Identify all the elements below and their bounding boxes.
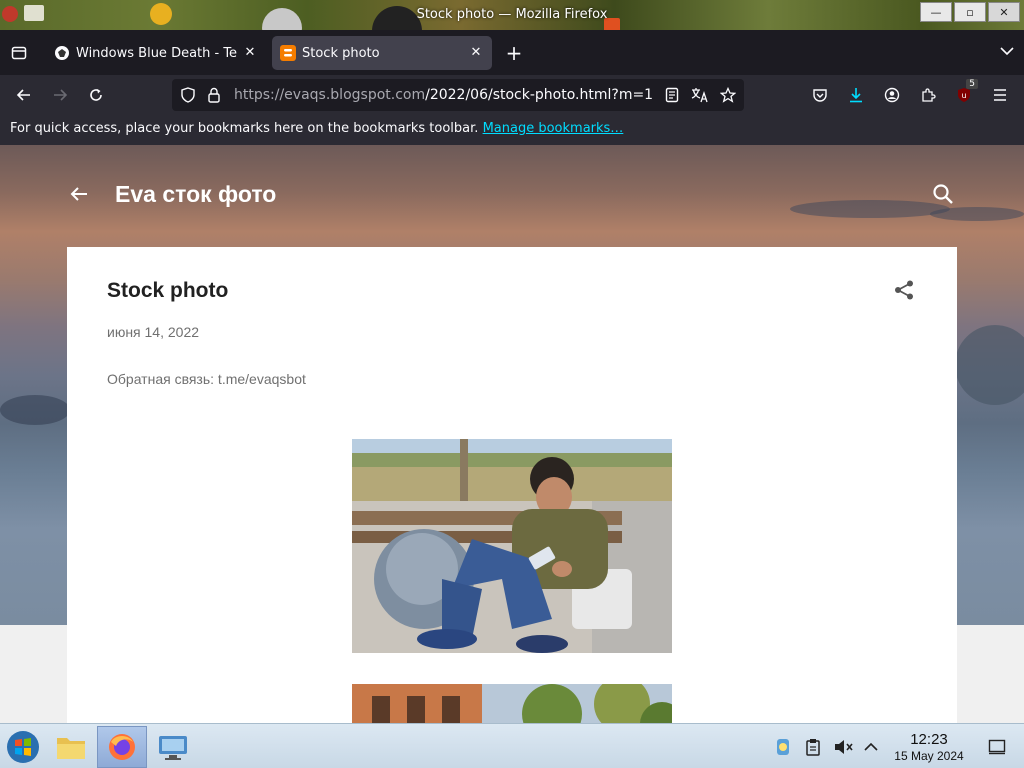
svg-text:u: u [961, 91, 966, 100]
show-desktop-icon[interactable] [986, 736, 1008, 758]
pocket-icon[interactable] [808, 83, 832, 107]
window-titlebar: Stock photo — Mozilla Firefox — ▫ ✕ [0, 0, 1024, 56]
remote-desktop-icon[interactable] [150, 726, 196, 768]
clipboard-icon[interactable] [802, 736, 824, 758]
bookmarks-hint-text: For quick access, place your bookmarks h… [10, 121, 479, 136]
post-date[interactable]: июня 14, 2022 [107, 324, 199, 340]
post-body-text: Обратная связь: t.me/evaqsbot [107, 371, 306, 387]
address-bar[interactable]: https://evaqs.blogspot.com/2022/06/stock… [172, 79, 744, 111]
cloud-shape [0, 395, 70, 425]
tab-favicon-icon [54, 45, 70, 61]
network-status-icon[interactable] [772, 736, 794, 758]
forward-icon[interactable] [48, 83, 72, 107]
new-tab-button[interactable]: + [502, 42, 526, 66]
extensions-icon[interactable] [916, 83, 940, 107]
tab-windows-blue-death[interactable]: Windows Blue Death - Te ✕ [46, 36, 266, 70]
list-all-tabs-icon[interactable] [1000, 44, 1014, 60]
tab-strip: Windows Blue Death - Te ✕ Stock photo ✕ … [0, 30, 1024, 75]
window-controls: — ▫ ✕ [920, 2, 1020, 22]
bookmarks-toolbar: For quick access, place your bookmarks h… [0, 115, 1024, 145]
ublock-origin-icon[interactable]: u 5 [952, 79, 978, 107]
file-manager-icon[interactable] [48, 726, 94, 768]
post-title: Stock photo [107, 279, 229, 302]
maximize-button[interactable]: ▫ [954, 2, 986, 22]
tab-close-icon[interactable]: ✕ [242, 45, 258, 61]
close-button[interactable]: ✕ [988, 2, 1020, 22]
web-page: Eva сток фото Stock photo июня 14, 2022 … [0, 145, 1024, 723]
minimize-button[interactable]: — [920, 2, 952, 22]
cloud-shape [790, 200, 950, 218]
window-title: Stock photo — Mozilla Firefox [416, 7, 608, 22]
manage-bookmarks-link[interactable]: Manage bookmarks… [483, 121, 624, 136]
firefox-view-icon[interactable] [6, 40, 32, 66]
clock-date: 15 May 2024 [894, 749, 964, 763]
back-icon[interactable] [12, 83, 36, 107]
blog-title[interactable]: Eva сток фото [115, 181, 276, 208]
tab-label: Stock photo [302, 45, 380, 61]
tab-stock-photo[interactable]: Stock photo ✕ [272, 36, 492, 70]
stock-photo-boy-bench[interactable] [352, 439, 672, 653]
cloud-shape [930, 207, 1024, 221]
bookmark-star-icon[interactable] [718, 85, 738, 105]
downloads-icon[interactable] [844, 83, 868, 107]
cloud-shape [955, 325, 1024, 405]
reload-icon[interactable] [84, 83, 108, 107]
post-card: Stock photo июня 14, 2022 Обратная связь… [67, 247, 957, 723]
system-clock[interactable]: 12:23 15 May 2024 [884, 731, 974, 763]
volume-muted-icon[interactable] [832, 736, 854, 758]
lock-icon[interactable] [204, 85, 224, 105]
blogger-icon [280, 45, 296, 61]
firefox-taskbar-icon[interactable] [97, 726, 147, 768]
tracking-protection-icon[interactable] [178, 85, 198, 105]
back-arrow-icon[interactable] [66, 181, 92, 207]
url-host: https://evaqs.blogspot.com [234, 87, 426, 103]
start-menu-icon[interactable] [0, 726, 46, 768]
url-path: /2022/06/stock-photo.html?m=1 [425, 87, 654, 103]
tab-label: Windows Blue Death - Te [76, 45, 238, 61]
account-icon[interactable] [880, 83, 904, 107]
clock-time: 12:23 [910, 731, 948, 748]
taskbar: 12:23 15 May 2024 [0, 723, 1024, 768]
share-icon[interactable] [893, 279, 917, 303]
reader-view-icon[interactable] [662, 85, 682, 105]
menu-icon[interactable] [988, 83, 1012, 107]
extension-badge: 5 [966, 79, 978, 89]
translate-icon[interactable] [690, 85, 710, 105]
navigation-toolbar: https://evaqs.blogspot.com/2022/06/stock… [0, 75, 1024, 115]
stock-photo-building[interactable] [352, 684, 672, 723]
show-hidden-icons-chevron-icon[interactable] [860, 736, 882, 758]
search-icon[interactable] [932, 183, 956, 207]
tab-close-icon[interactable]: ✕ [468, 45, 484, 61]
url-text[interactable]: https://evaqs.blogspot.com/2022/06/stock… [234, 87, 654, 103]
